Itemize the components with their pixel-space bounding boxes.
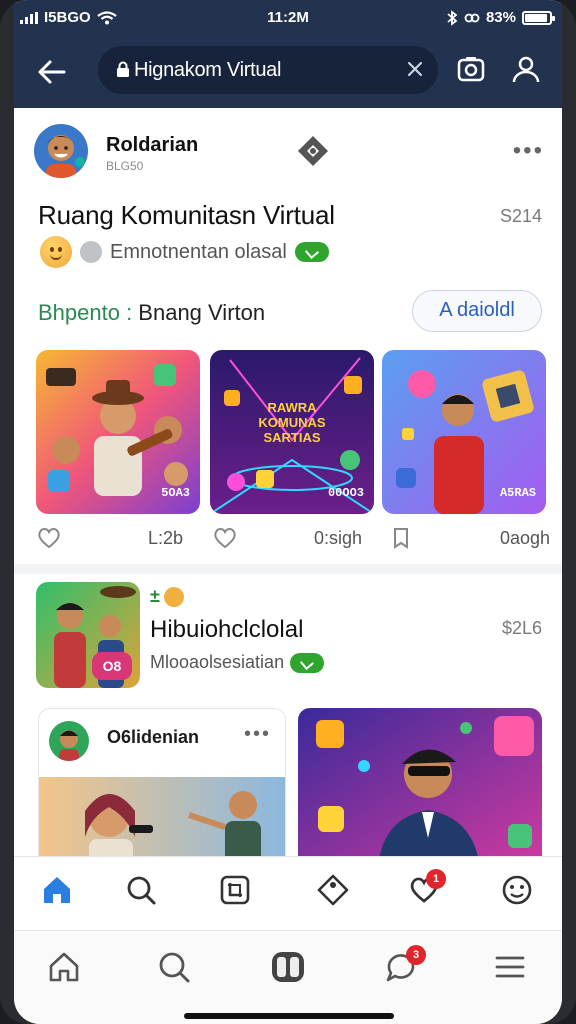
notification-badge: 3 — [406, 945, 426, 965]
address-bar[interactable]: Hignakom Virtual — [98, 46, 438, 94]
section-label: Bhpento : Bnang Virton — [38, 300, 265, 326]
smile-icon[interactable] — [500, 873, 534, 907]
overlay-line-1: RAWRA — [267, 400, 317, 415]
reaction-row: Emnotnentan olasal — [40, 236, 329, 268]
stat-value: 0:sigh — [314, 528, 363, 548]
post-count: S214 — [499, 206, 542, 226]
chat-button[interactable]: 3 — [382, 945, 426, 987]
media-row: 5OA3 RAWRA KOMUNAS SARTIAS 00OO3 A5RAS — [36, 350, 546, 514]
post-header: Roldarian BLG50 ••• — [34, 124, 544, 184]
item-mini-glyph: ± — [150, 586, 160, 606]
status-bar: I5BGO 11:2M 83% — [14, 0, 562, 38]
stat-value: 0aogh — [500, 528, 551, 548]
media-thumbnail[interactable]: A5RAS — [382, 350, 546, 514]
home-indicator[interactable] — [184, 1013, 394, 1019]
more-icon[interactable]: ••• — [244, 723, 271, 746]
stat-saves: 0aogh — [388, 526, 550, 550]
home-icon[interactable] — [40, 873, 74, 907]
media-tag: 5OA3 — [161, 486, 190, 500]
home-icon[interactable] — [46, 949, 82, 985]
media-thumbnail[interactable]: RAWRA KOMUNAS SARTIAS 00OO3 — [210, 350, 374, 514]
verified-badge-icon — [294, 242, 329, 262]
top-nav: Hignakom Virtual — [14, 38, 562, 108]
list-item[interactable]: O8 ± Hibuiohclclolal $2L6 Mlooaolsesiati… — [36, 582, 542, 692]
avatar[interactable] — [34, 124, 88, 178]
follow-button[interactable]: A daioldl — [412, 290, 542, 332]
community-logo-icon — [298, 136, 328, 166]
app-tab-bar: 1 — [14, 856, 562, 924]
media-card[interactable] — [298, 708, 542, 856]
bookmark-icon[interactable] — [388, 526, 414, 550]
item-title: Hibuiohclclolal — [150, 616, 304, 643]
item-subtitle: Mlooaolsesiatian — [150, 652, 285, 672]
avatar[interactable] — [49, 721, 89, 761]
verified-badge-icon — [290, 652, 325, 673]
heart-icon[interactable] — [212, 526, 238, 550]
check-circle-icon — [80, 241, 102, 263]
account-icon[interactable] — [510, 53, 542, 85]
media-overlay-title: RAWRA KOMUNAS SARTIAS — [210, 400, 374, 445]
search-icon[interactable] — [156, 949, 192, 985]
stat-comments: 0:sigh — [212, 526, 362, 550]
section-label-rest: Bnang Virton — [132, 300, 266, 325]
stat-value: L:2b — [148, 528, 184, 548]
system-nav-bar: 3 — [14, 930, 562, 1024]
link-icon — [464, 13, 480, 22]
post-author[interactable]: Roldarian — [106, 134, 198, 157]
screen: I5BGO 11:2M 83% Hignakom Virtual Roldari… — [14, 0, 562, 1024]
overlay-line-2: KOMUNAS — [258, 415, 326, 430]
section-label-accent: Bhpento : — [38, 300, 133, 325]
card-image[interactable] — [39, 777, 286, 856]
battery-fill — [525, 13, 547, 22]
card-author: O6lidenian — [107, 727, 200, 747]
media-thumbnail[interactable]: 5OA3 — [36, 350, 200, 514]
notification-badge: 1 — [426, 869, 446, 889]
heart-icon[interactable] — [36, 526, 62, 550]
status-right: 83% — [446, 9, 555, 26]
post-title: Ruang Komunitasn Virtual — [38, 200, 335, 230]
feed: Roldarian BLG50 ••• Ruang Komunitasn Vir… — [14, 108, 562, 856]
item-count: $2L6 — [501, 618, 542, 638]
battery-icon — [522, 10, 555, 25]
tab-likes[interactable]: 1 — [406, 869, 446, 911]
post-author-sub: BLG50 — [106, 159, 144, 173]
item-thumbnail-pill: O8 — [92, 652, 132, 680]
lock-icon — [117, 61, 129, 77]
address-text: Hignakom Virtual — [134, 59, 282, 81]
close-icon[interactable] — [404, 58, 426, 80]
tag-icon[interactable] — [316, 873, 350, 907]
smile-emoji-icon[interactable] — [40, 236, 72, 268]
item-mini-row: ± — [150, 586, 184, 607]
crop-icon[interactable] — [218, 873, 252, 907]
divider — [14, 564, 562, 574]
menu-icon[interactable] — [492, 949, 528, 985]
coin-icon — [163, 586, 184, 607]
phone-frame: I5BGO 11:2M 83% Hignakom Virtual Roldari… — [0, 0, 576, 1024]
battery-percent: 83% — [485, 9, 516, 26]
camera-icon[interactable] — [456, 54, 486, 84]
bluetooth-icon — [447, 9, 458, 26]
stats-row: L:2b 0:sigh 0aogh — [36, 526, 550, 556]
media-tag: 00OO3 — [327, 486, 364, 500]
post-card[interactable]: O6lidenian ••• — [38, 708, 286, 856]
game-icon[interactable] — [270, 949, 306, 985]
reaction-text: Emnotnentan olasal — [110, 240, 287, 263]
more-icon[interactable]: ••• — [513, 139, 544, 163]
media-tag: A5RAS — [499, 486, 536, 500]
search-icon[interactable] — [124, 873, 158, 907]
back-arrow-icon[interactable] — [34, 54, 70, 90]
item-thumbnail[interactable]: O8 — [36, 582, 140, 688]
item-sub-row: Mlooaolsesiatian — [150, 652, 325, 673]
overlay-line-3: SARTIAS — [263, 430, 321, 445]
stat-likes: L:2b — [36, 526, 183, 550]
